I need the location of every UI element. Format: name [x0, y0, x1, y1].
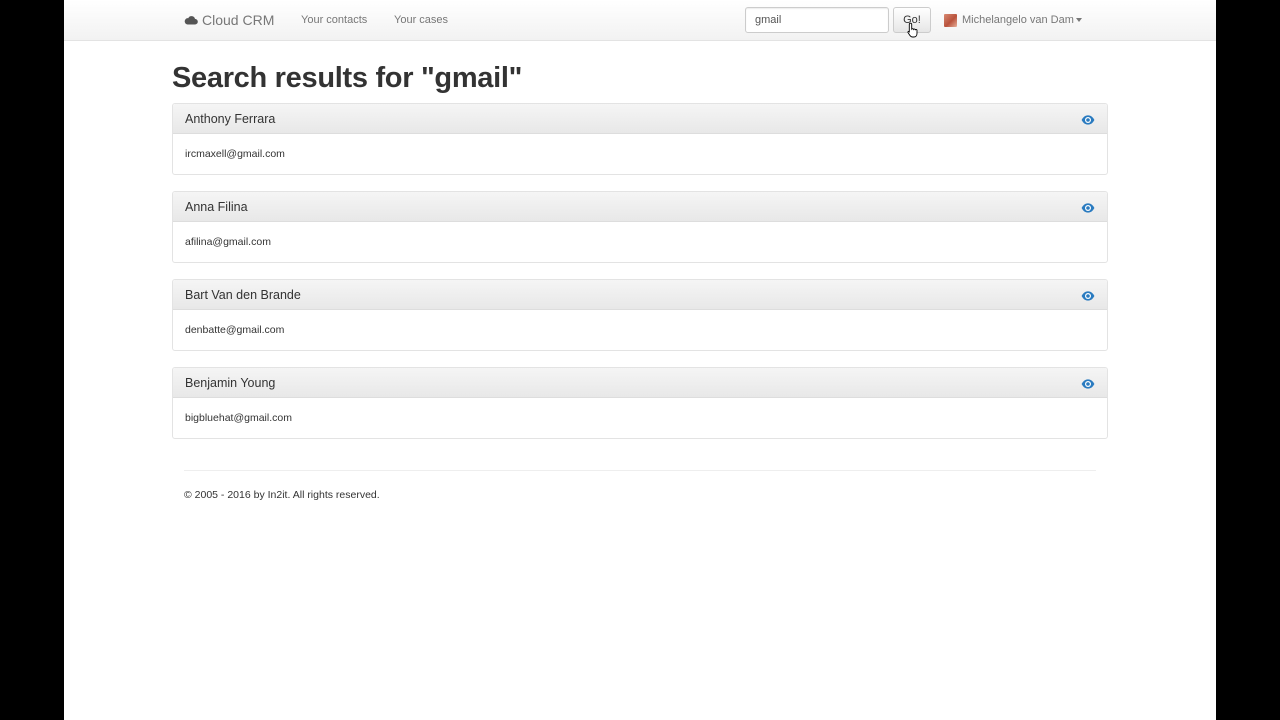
hand-cursor-icon [907, 22, 918, 38]
contact-name: Bart Van den Brande [185, 288, 301, 302]
eye-icon [1081, 291, 1095, 301]
result-heading: Bart Van den Brande [173, 280, 1107, 310]
avatar [944, 13, 957, 27]
eye-icon [1081, 115, 1095, 125]
contact-name: Anna Filina [185, 200, 248, 214]
navbar: Cloud CRM Your contacts Your cases Go! M… [64, 0, 1216, 41]
footer-divider [184, 470, 1096, 471]
result-panel: Anna Filina afilina@gmail.com [172, 191, 1108, 263]
user-menu-toggle[interactable]: Michelangelo van Dam [944, 0, 1082, 40]
result-body: denbatte@gmail.com [173, 310, 1107, 350]
nav-link-cases[interactable]: Your cases [394, 0, 448, 40]
page-title: Search results for "gmail" [172, 62, 523, 94]
view-contact-link[interactable] [1081, 289, 1095, 301]
eye-icon [1081, 379, 1095, 389]
view-contact-link[interactable] [1081, 377, 1095, 389]
contact-email: denbatte@gmail.com [185, 324, 285, 336]
result-body: bigbluehat@gmail.com [173, 398, 1107, 438]
contact-name: Anthony Ferrara [185, 112, 276, 126]
footer-copyright: © 2005 - 2016 by In2it. All rights reser… [184, 489, 380, 501]
result-heading: Anna Filina [173, 192, 1107, 222]
eye-icon [1081, 203, 1095, 213]
app-window: Cloud CRM Your contacts Your cases Go! M… [64, 0, 1216, 720]
cloud-icon [184, 16, 198, 25]
result-body: ircmaxell@gmail.com [173, 134, 1107, 174]
result-panel: Anthony Ferrara ircmaxell@gmail.com [172, 103, 1108, 175]
result-panel: Benjamin Young bigbluehat@gmail.com [172, 367, 1108, 439]
view-contact-link[interactable] [1081, 201, 1095, 213]
search-input[interactable] [745, 7, 889, 33]
result-heading: Benjamin Young [173, 368, 1107, 398]
brand-link[interactable]: Cloud CRM [184, 0, 274, 40]
contact-name: Benjamin Young [185, 376, 276, 390]
contact-email: afilina@gmail.com [185, 236, 271, 248]
user-name: Michelangelo van Dam [962, 14, 1074, 26]
brand-label: Cloud CRM [202, 12, 275, 28]
caret-down-icon [1075, 18, 1082, 22]
view-contact-link[interactable] [1081, 113, 1095, 125]
search-results: Anthony Ferrara ircmaxell@gmail.com Anna… [172, 103, 1108, 455]
result-heading: Anthony Ferrara [173, 104, 1107, 134]
nav-link-contacts[interactable]: Your contacts [301, 0, 367, 40]
contact-email: ircmaxell@gmail.com [185, 148, 285, 160]
result-body: afilina@gmail.com [173, 222, 1107, 262]
result-panel: Bart Van den Brande denbatte@gmail.com [172, 279, 1108, 351]
contact-email: bigbluehat@gmail.com [185, 412, 292, 424]
